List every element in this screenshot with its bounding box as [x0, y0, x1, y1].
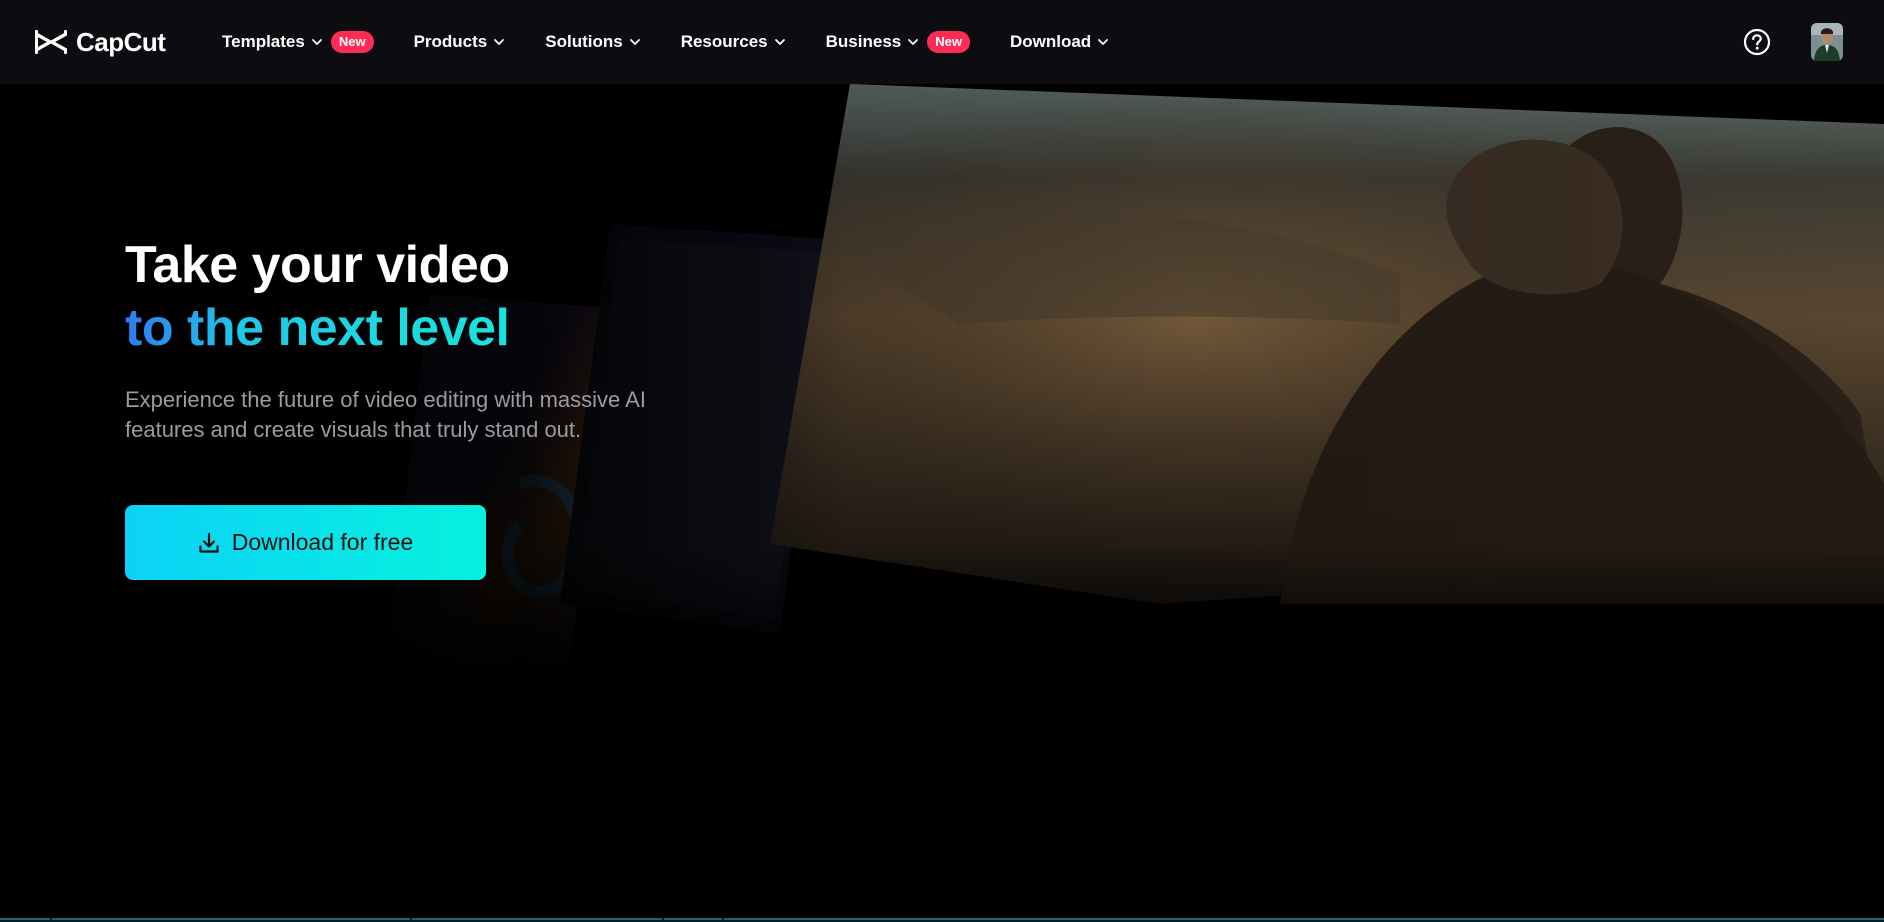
bottom-edge-segment [0, 918, 50, 920]
capcut-logo-icon [35, 30, 67, 54]
nav-item-label: Resources [680, 32, 768, 51]
hero-headline: Take your video to the next level [125, 234, 510, 360]
new-badge: New [330, 31, 374, 53]
top-navigation-bar: CapCut Templates New Products Solutions … [0, 0, 1884, 84]
avatar-photo [1811, 23, 1843, 61]
new-badge: New [927, 31, 970, 53]
hero-headline-line1: Take your video [125, 236, 510, 294]
nav-item-templates[interactable]: Templates New [222, 22, 374, 62]
nav-item-label: Business [825, 32, 902, 51]
nav-item-download[interactable]: Download [1010, 22, 1109, 62]
chevron-down-icon [774, 39, 785, 45]
bottom-edge-segment [52, 918, 410, 920]
user-avatar[interactable] [1811, 23, 1843, 61]
nav-item-resources[interactable]: Resources [681, 22, 786, 62]
chevron-down-icon [629, 39, 640, 45]
bottom-edge-segment [412, 918, 662, 920]
nav-item-label: Solutions [545, 32, 623, 51]
page-bottom-edge [0, 918, 1884, 922]
main-nav: Templates New Products Solutions Resourc… [222, 0, 1149, 84]
chevron-down-icon [908, 39, 919, 45]
chevron-down-icon [1098, 39, 1109, 45]
hero-background-visual [0, 84, 1884, 922]
chevron-down-icon [494, 39, 505, 45]
nav-item-label: Download [1009, 32, 1092, 51]
hero-subtitle: Experience the future of video editing w… [125, 387, 646, 442]
hero-headline-line2: to the next level [125, 297, 510, 360]
bottom-edge-segment [664, 918, 722, 920]
nav-item-products[interactable]: Products [414, 22, 506, 62]
brand-logo-link[interactable]: CapCut [34, 26, 166, 58]
brand-name: CapCut [76, 26, 166, 57]
nav-item-label: Products [413, 32, 488, 51]
hero-section: Take your video to the next level Experi… [0, 84, 1884, 922]
nav-item-business[interactable]: Business New [826, 22, 970, 62]
download-icon [199, 532, 219, 553]
download-for-free-button[interactable]: Download for free [125, 505, 486, 580]
download-for-free-label: Download for free [231, 529, 414, 555]
nav-item-solutions[interactable]: Solutions [545, 22, 640, 62]
chevron-down-icon [311, 39, 322, 45]
help-circle-icon[interactable] [1743, 28, 1771, 56]
bottom-edge-segment [724, 918, 1884, 920]
nav-item-label: Templates [222, 32, 305, 51]
